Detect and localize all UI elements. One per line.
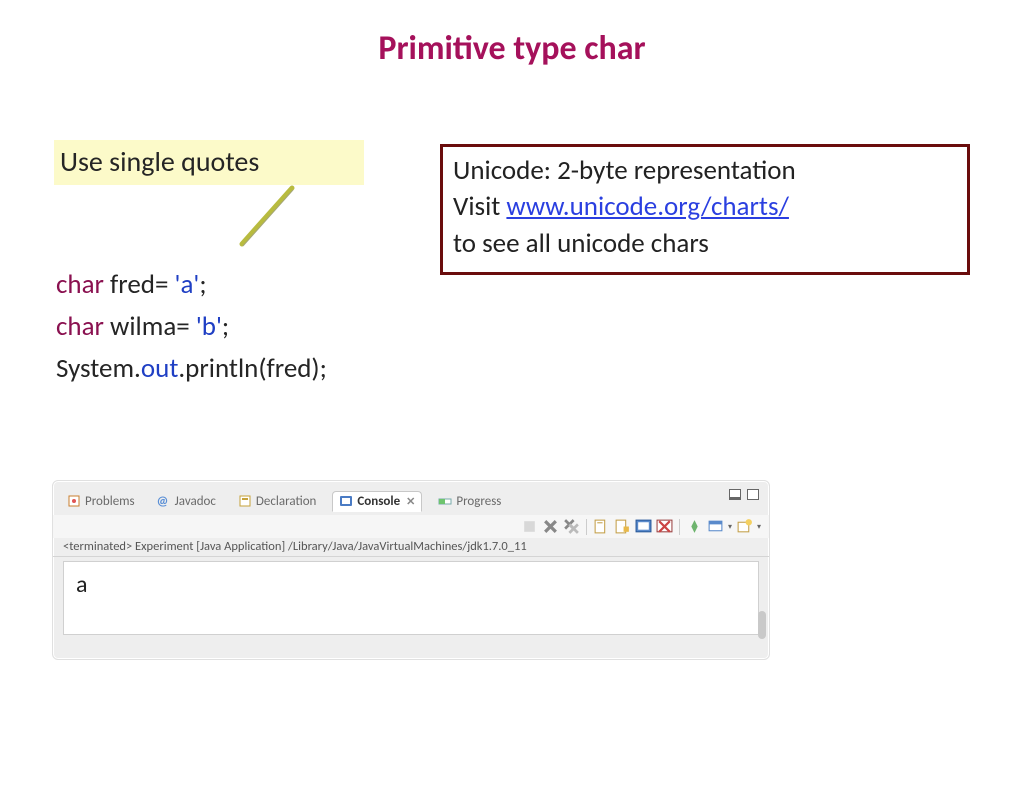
dropdown-arrow-icon[interactable]: ▾ [728, 522, 732, 532]
console-icon [339, 494, 353, 508]
info-line-3: to see all unicode chars [453, 226, 957, 262]
tab-declaration[interactable]: Declaration [232, 492, 322, 511]
minimize-icon[interactable] [729, 489, 741, 500]
eclipse-tabs: Problems @ Javadoc Declaration Console ✕… [53, 487, 769, 515]
code-line-3: System.out.println(fred); [56, 348, 327, 390]
close-tab-icon[interactable]: ✕ [406, 495, 415, 508]
pointer-arrow [234, 184, 304, 254]
display-selected-icon[interactable] [635, 518, 652, 535]
scrollbar-thumb[interactable] [758, 611, 766, 639]
tab-problems[interactable]: Problems [61, 492, 141, 511]
unicode-link[interactable]: www.unicode.org/charts/ [506, 190, 789, 223]
open-console-icon[interactable] [656, 518, 673, 535]
code-line-1: char fred= 'a'; [56, 264, 327, 306]
eclipse-console-panel: Problems @ Javadoc Declaration Console ✕… [52, 480, 770, 660]
dropdown-arrow-icon[interactable]: ▾ [757, 522, 761, 532]
maximize-icon[interactable] [747, 489, 759, 500]
display-console-icon[interactable] [707, 518, 724, 535]
keyword-char: char [56, 310, 104, 343]
terminate-icon[interactable] [521, 518, 538, 535]
keyword-char: char [56, 268, 104, 301]
panel-window-controls [729, 489, 759, 500]
toolbar-separator [586, 519, 587, 535]
field-out: out [141, 352, 178, 385]
toolbar-separator [679, 519, 680, 535]
new-console-icon[interactable] [736, 518, 753, 535]
char-literal-a: 'a' [175, 268, 200, 301]
highlight-note: Use single quotes [54, 140, 364, 185]
progress-icon [438, 494, 452, 508]
console-status: <terminated> Experiment [Java Applicatio… [53, 538, 769, 557]
remove-all-icon[interactable] [563, 518, 580, 535]
scroll-lock-icon[interactable] [614, 518, 631, 535]
tab-javadoc[interactable]: @ Javadoc [151, 492, 222, 511]
tab-progress[interactable]: Progress [432, 492, 507, 511]
code-sample: char fred= 'a'; char wilma= 'b'; System.… [56, 264, 327, 390]
tab-console[interactable]: Console ✕ [332, 491, 422, 512]
pin-console-icon[interactable] [686, 518, 703, 535]
remove-launch-icon[interactable] [542, 518, 559, 535]
info-line-2: Visit www.unicode.org/charts/ [453, 189, 957, 225]
unicode-info-box: Unicode: 2-byte representation Visit www… [440, 144, 970, 275]
code-line-2: char wilma= 'b'; [56, 306, 327, 348]
problems-icon [67, 494, 81, 508]
javadoc-icon: @ [157, 494, 171, 508]
char-literal-b: 'b' [196, 310, 222, 343]
info-line-1: Unicode: 2-byte representation [453, 153, 957, 189]
clear-console-icon[interactable] [593, 518, 610, 535]
slide-title: Primitive type char [0, 28, 1024, 69]
console-toolbar: ▾ ▾ [53, 515, 769, 538]
declaration-icon [238, 494, 252, 508]
console-output: a [63, 561, 759, 635]
